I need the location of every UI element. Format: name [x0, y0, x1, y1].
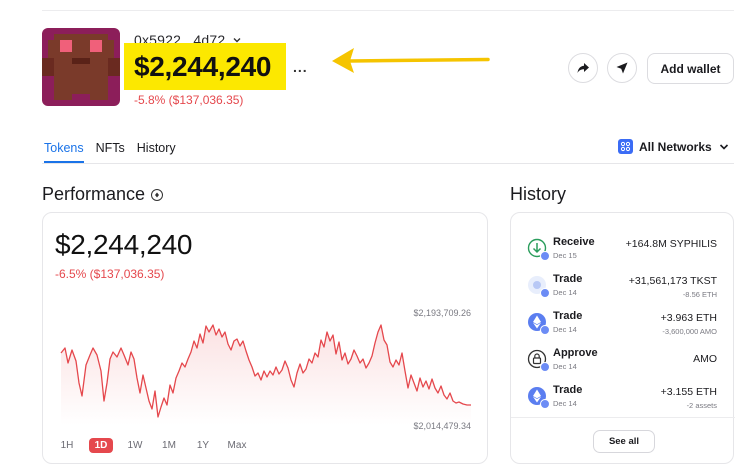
history-item[interactable]: Trade Dec 14 +3.963 ETH -3,600,000 AMO [511, 307, 735, 343]
network-selector[interactable]: All Networks [618, 139, 730, 154]
chart-low-label: $2,014,479.34 [413, 421, 471, 431]
send-icon [616, 62, 628, 74]
performance-heading: Performance [42, 184, 164, 205]
chain-badge-icon [540, 251, 550, 261]
history-item-date: Dec 14 [553, 362, 577, 371]
history-item[interactable]: Trade Dec 14 +3.155 ETH -2 assets [511, 381, 735, 417]
history-card: Receive Dec 15 +164.8M SYPHILIS Trade De… [510, 212, 735, 464]
range-1m[interactable]: 1M [157, 438, 181, 453]
history-item-label: Trade [553, 310, 583, 322]
history-item-date: Dec 14 [553, 399, 577, 408]
range-1y[interactable]: 1Y [191, 438, 215, 453]
performance-title: Performance [42, 184, 146, 204]
tab-divider [42, 163, 734, 164]
chain-badge-icon [540, 288, 550, 298]
wallet-change: -5.8% ($137,036.35) [134, 93, 244, 107]
history-item-amount: AMO [693, 353, 717, 365]
see-all-button[interactable]: See all [593, 430, 655, 453]
info-icon[interactable] [151, 188, 164, 201]
performance-value: $2,244,240 [55, 229, 193, 260]
performance-change: -6.5% ($137,036.35) [55, 267, 165, 281]
tab-nfts[interactable]: NFTs [96, 141, 125, 163]
network-grid-icon [618, 139, 633, 154]
history-item-label: Approve [553, 347, 598, 359]
top-divider [42, 10, 734, 11]
range-1d[interactable]: 1D [89, 438, 113, 453]
history-item-label: Trade [553, 384, 583, 396]
history-item-amount: +3.963 ETH [660, 312, 717, 324]
history-item[interactable]: Approve Dec 14 AMO [511, 344, 735, 380]
history-item[interactable]: Receive Dec 15 +164.8M SYPHILIS [511, 233, 735, 269]
range-1w[interactable]: 1W [123, 438, 147, 453]
history-item-date: Dec 14 [553, 288, 577, 297]
history-item[interactable]: Trade Dec 14 +31,561,173 TKST -8.56 ETH [511, 270, 735, 306]
chain-badge-icon [540, 362, 550, 372]
history-item-date: Dec 15 [553, 251, 577, 260]
chevron-down-icon [719, 143, 728, 150]
arrow-left-icon [332, 48, 490, 73]
history-item-amount: +164.8M SYPHILIS [625, 238, 717, 250]
history-item-label: Trade [553, 273, 583, 285]
share-button[interactable] [568, 53, 598, 83]
tab-bar: Tokens NFTs History [44, 141, 176, 163]
history-item-amount: +3.155 ETH [660, 386, 717, 398]
history-item-amount: +31,561,173 TKST [628, 275, 717, 287]
chart-high-label: $2,193,709.26 [413, 308, 471, 318]
chain-badge-icon [540, 325, 550, 335]
range-max[interactable]: Max [225, 438, 249, 453]
history-item-date: Dec 14 [553, 325, 577, 334]
wallet-balance: $2,244,240 [134, 51, 272, 82]
range-1h[interactable]: 1H [55, 438, 79, 453]
performance-card: $2,193,709.26 $2,014,479.34 $2,244,240 -… [42, 212, 488, 464]
history-item-sub: -2 assets [686, 401, 717, 410]
history-item-label: Receive [553, 236, 595, 248]
more-options-button[interactable]: ... [293, 59, 308, 75]
share-icon [577, 63, 589, 73]
tab-history[interactable]: History [137, 141, 176, 163]
network-selector-label: All Networks [639, 139, 712, 154]
history-item-sub: -8.56 ETH [682, 290, 717, 299]
add-wallet-button[interactable]: Add wallet [647, 53, 734, 84]
history-title: History [510, 184, 567, 204]
time-range-selector: 1H 1D 1W 1M 1Y Max [55, 438, 249, 453]
wallet-avatar[interactable] [42, 28, 120, 106]
chain-badge-icon [540, 399, 550, 409]
history-item-sub: -3,600,000 AMO [662, 327, 717, 336]
tab-tokens[interactable]: Tokens [44, 141, 84, 163]
history-divider [511, 417, 735, 418]
send-button[interactable] [607, 53, 637, 83]
